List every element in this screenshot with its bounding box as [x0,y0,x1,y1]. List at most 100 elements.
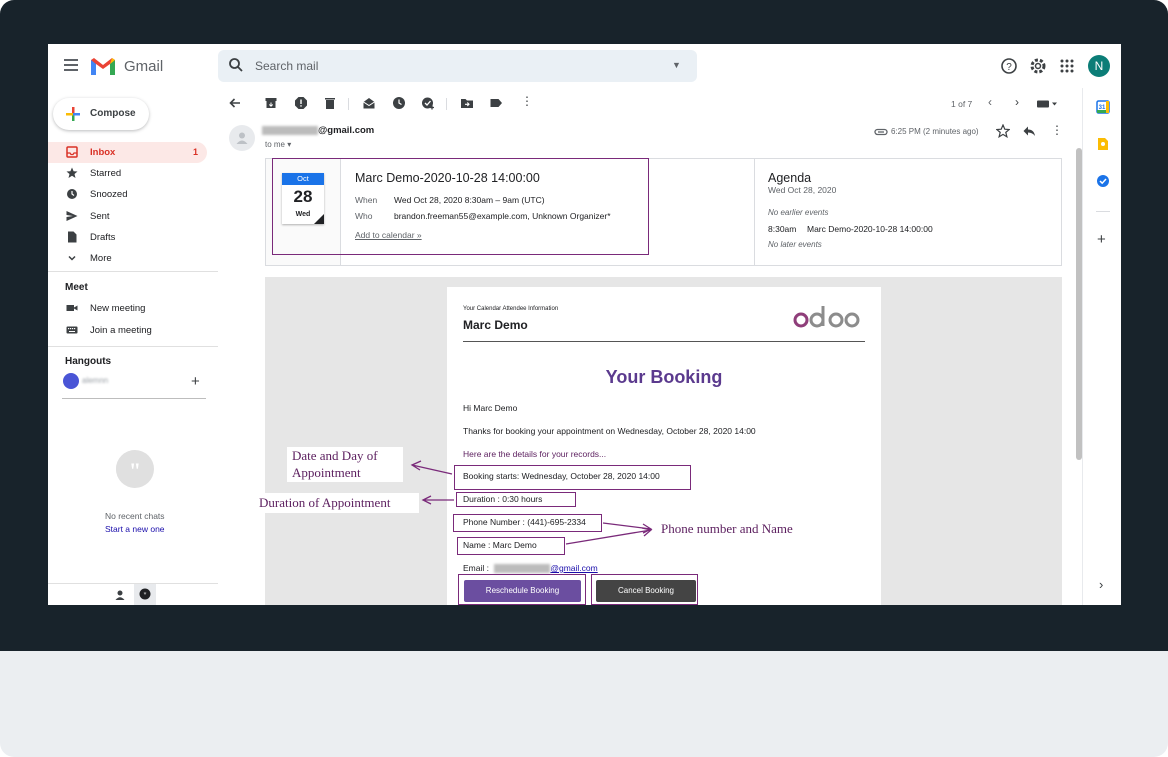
recipient-details[interactable]: to me ▾ [265,140,291,149]
rail-divider [1096,211,1110,212]
send-icon [66,211,78,221]
add-to-tasks-icon[interactable] [421,96,435,110]
chat-bubble-icon: " [116,450,154,492]
search-options-icon[interactable]: ▼ [672,60,681,70]
get-addons-icon[interactable]: + [1097,231,1106,248]
sidebar-divider [48,346,218,347]
app-name: Gmail [124,58,164,75]
message-more-icon[interactable]: ⋮ [1051,123,1063,137]
sidebar-item-label: Sent [90,211,110,222]
sidebar-item-inbox[interactable]: Inbox 1 [48,142,207,163]
email-line: Email : @gmail.com [463,563,598,574]
email-link[interactable]: @gmail.com [550,563,597,573]
join-meeting-item[interactable]: Join a meeting [48,320,207,341]
google-calendar-icon[interactable]: 31 [1096,100,1110,114]
apps-grid-icon[interactable] [1057,56,1077,76]
email-timestamp: 6:25 PM (2 minutes ago) [891,127,979,136]
snooze-clock-icon[interactable] [392,96,406,110]
sidebar-item-starred[interactable]: Starred [48,163,207,184]
toolbar-divider [348,98,349,110]
sidebar-divider [48,271,218,272]
hangouts-user-avatar[interactable] [63,373,79,389]
person-icon [236,132,248,144]
svg-text:": " [129,458,141,483]
sidebar-item-label: Join a meeting [90,325,152,336]
sender-email[interactable]: @gmail.com [262,125,374,136]
sidebar-item-snoozed[interactable]: Snoozed [48,184,207,205]
start-new-chat-link[interactable]: Start a new one [105,524,165,534]
hangouts-user-name[interactable]: alemnn [82,376,108,385]
older-chevron-icon[interactable]: › [1015,95,1019,109]
agenda-event-time: 8:30am [768,224,797,234]
show-side-panel-icon[interactable]: › [1099,577,1103,592]
input-tools-keyboard-icon[interactable] [1037,99,1059,109]
label-icon[interactable] [489,96,503,110]
google-tasks-icon[interactable] [1096,174,1110,188]
redacted-username [262,126,318,135]
sidebar-item-sent[interactable]: Sent [48,206,207,227]
attendee-name: Marc Demo [463,318,528,332]
keyboard-icon [66,326,78,334]
greeting: Hi Marc Demo [463,403,518,413]
video-camera-icon [66,305,78,311]
annotation-date-label-bg: Date and Day of Appointment [287,447,403,482]
compose-plus-icon [66,107,80,121]
compose-button[interactable]: Compose [53,98,149,130]
email-body: Your Calendar Attendee Information Marc … [265,277,1062,605]
sidebar-item-label: Drafts [90,232,116,243]
report-spam-icon[interactable] [294,96,308,110]
hangouts-divider [62,398,206,399]
hangouts-tab[interactable]: " [134,584,156,605]
phone-highlight-box [453,514,602,532]
archive-icon[interactable] [264,96,278,110]
card-caption: Your Calendar Attendee Information [463,306,559,312]
search-icon[interactable] [228,57,244,73]
star-icon[interactable] [996,124,1010,138]
attachment-icon [874,128,888,136]
more-options-icon[interactable]: ⋮ [521,94,533,108]
toolbar-divider [446,98,447,110]
search-bar[interactable]: Search mail ▼ [218,50,697,82]
add-hangout-icon[interactable]: + [191,373,200,390]
help-icon[interactable]: ? [999,56,1019,76]
sender-avatar[interactable] [229,125,255,151]
hangouts-section-title: Hangouts [65,356,112,367]
sidebar-item-more[interactable]: More [48,248,207,269]
svg-text:?: ? [1006,62,1012,73]
thanks-text: Thanks for booking your appointment on W… [463,426,756,436]
details-intro: Here are the details for your records... [463,449,607,459]
booking-email-card: Your Calendar Attendee Information Marc … [447,287,881,605]
agenda-event-title[interactable]: Marc Demo-2020-10-28 14:00:00 [807,224,933,234]
new-meeting-item[interactable]: New meeting [48,298,207,319]
inbox-unread-count: 1 [192,147,198,157]
delete-icon[interactable] [323,96,337,110]
sender-domain: @gmail.com [318,125,375,136]
sidebar-item-drafts[interactable]: Drafts [48,227,207,248]
compose-label: Compose [90,108,136,119]
annotation-duration: Duration of Appointment [259,495,391,510]
card-divider [463,341,865,342]
google-keep-icon[interactable] [1096,137,1110,151]
redacted-email-user [494,564,551,574]
back-arrow-icon[interactable] [228,96,242,110]
settings-icon[interactable] [1028,56,1048,76]
cancel-highlight-box [591,574,698,605]
gmail-logo-icon[interactable] [90,56,116,76]
account-avatar[interactable]: N [1088,55,1110,77]
annotation-date-day-line2: Appointment [292,465,361,480]
search-input[interactable]: Search mail [255,59,318,73]
contacts-person-icon[interactable] [114,589,126,601]
newer-chevron-icon[interactable]: ‹ [988,95,992,109]
reply-icon[interactable] [1022,124,1036,138]
star-icon [66,167,78,178]
move-to-icon[interactable] [460,96,474,110]
hangouts-quote-icon: " [139,588,151,600]
pagination-count: 1 of 7 [951,99,973,109]
agenda-title: Agenda [768,171,812,185]
meet-section-title: Meet [65,282,88,293]
name-highlight-box [457,537,565,555]
inbox-icon [66,146,78,158]
mark-unread-icon[interactable] [362,96,376,110]
main-menu-icon[interactable] [64,59,78,71]
agenda-divider [754,159,755,265]
